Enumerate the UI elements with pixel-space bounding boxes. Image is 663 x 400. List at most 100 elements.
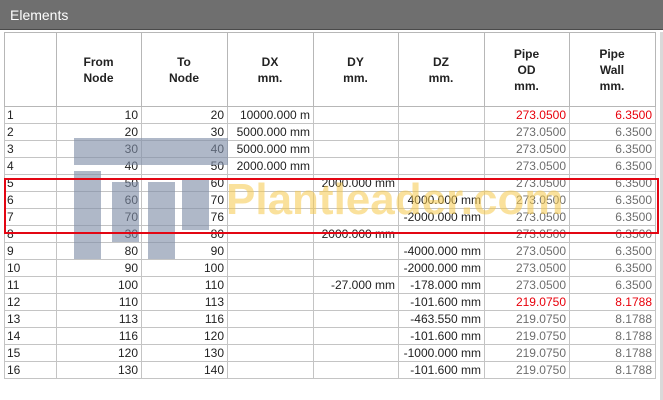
col-header-from-node[interactable]: From Node (56, 32, 142, 107)
dz-cell[interactable] (398, 106, 485, 124)
from-node-cell[interactable]: 30 (56, 140, 142, 158)
dx-cell[interactable] (227, 225, 314, 243)
from-node-cell[interactable]: 40 (56, 157, 142, 175)
pipe-wall-cell[interactable]: 8.1788 (569, 293, 656, 311)
to-node-cell[interactable]: 110 (141, 276, 228, 294)
from-node-cell[interactable]: 80 (56, 242, 142, 260)
dz-cell[interactable] (398, 174, 485, 192)
to-node-cell[interactable]: 76 (141, 208, 228, 226)
to-node-cell[interactable]: 70 (141, 191, 228, 209)
col-header-dy[interactable]: DY mm. (313, 32, 399, 107)
from-node-cell[interactable]: 20 (56, 123, 142, 141)
to-node-cell[interactable]: 20 (141, 106, 228, 124)
dz-cell[interactable]: -2000.000 mm (398, 259, 485, 277)
table-row[interactable]: 16 130 140 -101.600 mm 219.0750 8.1788 (4, 361, 656, 379)
dz-cell[interactable] (398, 123, 485, 141)
to-node-cell[interactable]: 80 (141, 225, 228, 243)
to-node-cell[interactable]: 90 (141, 242, 228, 260)
to-node-cell[interactable]: 140 (141, 361, 228, 379)
pipe-od-cell[interactable]: 273.0500 (484, 174, 570, 192)
table-row[interactable]: 13 113 116 -463.550 mm 219.0750 8.1788 (4, 310, 656, 328)
pipe-od-cell[interactable]: 273.0500 (484, 225, 570, 243)
dx-cell[interactable] (227, 361, 314, 379)
to-node-cell[interactable]: 50 (141, 157, 228, 175)
dx-cell[interactable] (227, 327, 314, 345)
to-node-cell[interactable]: 130 (141, 344, 228, 362)
from-node-cell[interactable]: 120 (56, 344, 142, 362)
dz-cell[interactable]: -178.000 mm (398, 276, 485, 294)
table-row[interactable]: 6 60 70 4000.000 mm 273.0500 6.3500 (4, 191, 656, 209)
pipe-wall-cell[interactable]: 6.3500 (569, 242, 656, 260)
table-row[interactable]: 5 50 60 2000.000 mm 273.0500 6.3500 (4, 174, 656, 192)
table-row[interactable]: 10 90 100 -2000.000 mm 273.0500 6.3500 (4, 259, 656, 277)
table-row[interactable]: 11 100 110 -27.000 mm -178.000 mm 273.0500 6.3… (4, 276, 656, 294)
from-node-cell[interactable]: 110 (56, 293, 142, 311)
pipe-wall-cell[interactable]: 6.3500 (569, 225, 656, 243)
dy-cell[interactable] (313, 157, 399, 175)
pipe-wall-cell[interactable]: 8.1788 (569, 361, 656, 379)
dy-cell[interactable] (313, 310, 399, 328)
dy-cell[interactable] (313, 327, 399, 345)
to-node-cell[interactable]: 30 (141, 123, 228, 141)
dx-cell[interactable]: 10000.000 m (227, 106, 314, 124)
pipe-od-cell[interactable]: 273.0500 (484, 106, 570, 124)
pipe-od-cell[interactable]: 219.0750 (484, 310, 570, 328)
pipe-wall-cell[interactable]: 6.3500 (569, 174, 656, 192)
table-row[interactable]: 12 110 113 -101.600 mm 219.0750 8.1788 (4, 293, 656, 311)
pipe-wall-cell[interactable]: 6.3500 (569, 140, 656, 158)
dy-cell[interactable]: 2000.000 mm (313, 174, 399, 192)
dy-cell[interactable] (313, 123, 399, 141)
from-node-cell[interactable]: 116 (56, 327, 142, 345)
from-node-cell[interactable]: 90 (56, 259, 142, 277)
to-node-cell[interactable]: 40 (141, 140, 228, 158)
from-node-cell[interactable]: 130 (56, 361, 142, 379)
dy-cell[interactable] (313, 140, 399, 158)
table-row[interactable]: 7 70 76 -2000.000 mm 273.0500 6.3500 (4, 208, 656, 226)
pipe-wall-cell[interactable]: 6.3500 (569, 157, 656, 175)
dx-cell[interactable] (227, 242, 314, 260)
to-node-cell[interactable]: 113 (141, 293, 228, 311)
pipe-wall-cell[interactable]: 6.3500 (569, 259, 656, 277)
from-node-cell[interactable]: 30 (56, 225, 142, 243)
to-node-cell[interactable]: 116 (141, 310, 228, 328)
dy-cell[interactable] (313, 361, 399, 379)
row-index-cell[interactable]: 2 (4, 123, 57, 141)
pipe-wall-cell[interactable]: 8.1788 (569, 327, 656, 345)
to-node-cell[interactable]: 60 (141, 174, 228, 192)
pipe-wall-cell[interactable]: 8.1788 (569, 310, 656, 328)
dy-cell[interactable] (313, 106, 399, 124)
row-index-cell[interactable]: 9 (4, 242, 57, 260)
pipe-od-cell[interactable]: 219.0750 (484, 327, 570, 345)
table-row[interactable]: 8 30 80 2000.000 mm 273.0500 6.3500 (4, 225, 656, 243)
table-row[interactable]: 2 20 30 5000.000 mm 273.0500 6.3500 (4, 123, 656, 141)
row-index-cell[interactable]: 15 (4, 344, 57, 362)
pipe-od-cell[interactable]: 273.0500 (484, 276, 570, 294)
pipe-od-cell[interactable]: 273.0500 (484, 259, 570, 277)
dy-cell[interactable] (313, 208, 399, 226)
dz-cell[interactable]: -463.550 mm (398, 310, 485, 328)
dy-cell[interactable] (313, 344, 399, 362)
elements-grid[interactable]: From Node To Node DX mm. DY mm. DZ mm. Pipe OD… (4, 32, 656, 379)
row-index-cell[interactable]: 7 (4, 208, 57, 226)
dz-cell[interactable]: -101.600 mm (398, 327, 485, 345)
col-header-to-node[interactable]: To Node (141, 32, 228, 107)
dx-cell[interactable] (227, 259, 314, 277)
row-index-cell[interactable]: 16 (4, 361, 57, 379)
dx-cell[interactable] (227, 310, 314, 328)
col-header-pipe-od[interactable]: Pipe OD mm. (484, 32, 570, 107)
dx-cell[interactable]: 5000.000 mm (227, 140, 314, 158)
row-index-cell[interactable]: 1 (4, 106, 57, 124)
pipe-wall-cell[interactable]: 6.3500 (569, 276, 656, 294)
pipe-wall-cell[interactable]: 6.3500 (569, 191, 656, 209)
table-row[interactable]: 15 120 130 -1000.000 mm 219.0750 8.1788 (4, 344, 656, 362)
row-index-cell[interactable]: 4 (4, 157, 57, 175)
dx-cell[interactable] (227, 208, 314, 226)
dz-cell[interactable]: -101.600 mm (398, 361, 485, 379)
table-row[interactable]: 9 80 90 -4000.000 mm 273.0500 6.3500 (4, 242, 656, 260)
dy-cell[interactable] (313, 293, 399, 311)
pipe-od-cell[interactable]: 273.0500 (484, 191, 570, 209)
dz-cell[interactable] (398, 225, 485, 243)
dz-cell[interactable] (398, 157, 485, 175)
from-node-cell[interactable]: 113 (56, 310, 142, 328)
from-node-cell[interactable]: 60 (56, 191, 142, 209)
